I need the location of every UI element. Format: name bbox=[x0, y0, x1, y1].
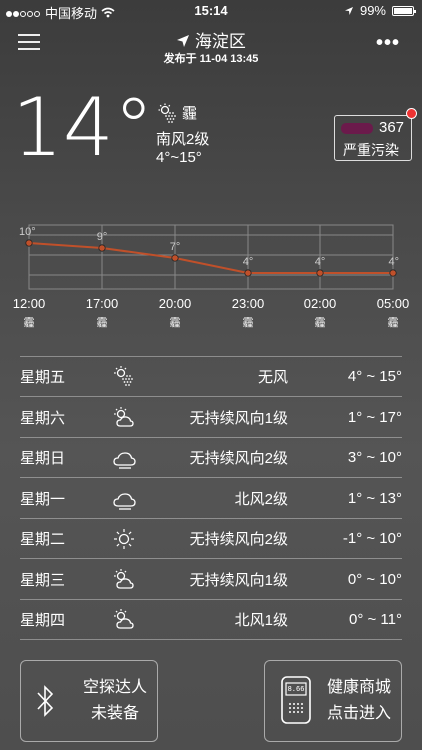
aqi-value: 367 bbox=[379, 119, 405, 136]
day-temp-range: 0° ~ 11° bbox=[348, 611, 402, 628]
card-title: 空探达人 bbox=[82, 679, 147, 696]
day-name: 星期五 bbox=[20, 369, 66, 386]
hour-time: 23:00 bbox=[231, 296, 265, 311]
day-wind: 无持续风向2级 bbox=[189, 450, 288, 467]
hour-condition: 霾 bbox=[242, 317, 254, 329]
air-monitor-icon bbox=[281, 676, 311, 724]
temp-line bbox=[28, 242, 393, 274]
health-mall-card[interactable]: 8.66 健康商城 点击进入 bbox=[264, 660, 402, 742]
partly-cloudy-icon bbox=[112, 608, 142, 636]
location-title[interactable]: 海淀区 bbox=[0, 27, 422, 52]
temp-point bbox=[244, 269, 252, 277]
card-subtitle: 点击进入 bbox=[326, 705, 391, 722]
device-reading: 8.66 bbox=[287, 685, 305, 693]
temp-point bbox=[171, 254, 179, 262]
status-right: 99% bbox=[344, 3, 416, 18]
aqi-level: 严重污染 bbox=[343, 142, 399, 158]
temp-label: 4° bbox=[315, 256, 326, 268]
more-icon[interactable]: ••• bbox=[376, 32, 400, 55]
day-temp-range: 1° ~ 17° bbox=[347, 408, 402, 426]
temp-label: 7° bbox=[170, 241, 181, 253]
day-temp-range: -1° ~ 10° bbox=[342, 530, 402, 547]
daily-row[interactable]: 星期日 无持续风向2级 3° ~ 10° bbox=[20, 438, 402, 478]
temp-point bbox=[25, 239, 33, 247]
current-range: 4°~15° bbox=[156, 149, 202, 166]
temp-point bbox=[389, 269, 397, 277]
partly-cloudy-icon bbox=[112, 406, 142, 434]
day-wind: 无风 bbox=[257, 369, 288, 386]
day-wind: 无持续风向1级 bbox=[189, 571, 288, 589]
hourly-temp-chart: 10° 9° 7° 4° 4° 4° bbox=[19, 224, 399, 290]
daily-row[interactable]: 星期三 无持续风向1级 0° ~ 10° bbox=[20, 560, 402, 600]
battery-percent: 99% bbox=[359, 3, 386, 18]
current-condition: 霾 bbox=[156, 102, 197, 123]
temp-label: 4° bbox=[388, 256, 399, 268]
air-detector-card[interactable]: 空探达人 未装备 bbox=[20, 660, 158, 742]
cloudy-icon bbox=[112, 446, 142, 474]
current-wind: 南风2级 bbox=[156, 131, 210, 148]
temp-label: 4° bbox=[243, 256, 254, 268]
day-wind: 北风1级 bbox=[234, 612, 288, 629]
day-temp-range: 0° ~ 10° bbox=[347, 570, 402, 588]
day-wind: 北风2级 bbox=[234, 490, 288, 508]
chart-grid bbox=[28, 224, 394, 290]
daily-row[interactable]: 星期四 北风1级 0° ~ 11° bbox=[20, 600, 402, 640]
hour-condition: 霾 bbox=[314, 317, 326, 329]
day-name: 星期二 bbox=[20, 531, 66, 548]
hour-condition: 霾 bbox=[169, 317, 181, 329]
publish-time: 发布于 11-04 13:45 bbox=[163, 53, 259, 65]
card-title: 健康商城 bbox=[326, 679, 391, 696]
daily-row[interactable]: 星期五 无风 4° ~ 15° bbox=[20, 357, 402, 397]
day-wind: 无持续风向2级 bbox=[189, 531, 288, 548]
location-arrow-icon bbox=[177, 35, 190, 47]
sunny-icon bbox=[112, 527, 142, 555]
hour-time: 02:00 bbox=[303, 296, 337, 311]
aqi-badge[interactable]: 367 严重污染 bbox=[334, 115, 412, 161]
location-name: 海淀区 bbox=[194, 32, 246, 51]
haze-icon bbox=[158, 103, 176, 123]
current-temperature: 14° bbox=[12, 81, 154, 174]
location-arrow-icon bbox=[344, 6, 353, 15]
notification-dot bbox=[406, 108, 417, 119]
day-name: 星期六 bbox=[20, 409, 66, 427]
hour-time: 17:00 bbox=[85, 296, 119, 311]
condition-text: 霾 bbox=[182, 105, 198, 122]
daily-row[interactable]: 星期二 无持续风向2级 -1° ~ 10° bbox=[20, 519, 402, 559]
day-wind: 无持续风向1级 bbox=[189, 409, 288, 427]
bluetooth-icon bbox=[37, 685, 54, 717]
haze-icon bbox=[112, 365, 142, 393]
hour-condition: 霾 bbox=[96, 317, 108, 329]
temp-label: 9° bbox=[97, 231, 108, 243]
hour-time: 12:00 bbox=[12, 296, 46, 311]
daily-row[interactable]: 星期六 无持续风向1级 1° ~ 17° bbox=[20, 398, 402, 438]
day-name: 星期三 bbox=[20, 571, 66, 589]
day-name: 星期日 bbox=[20, 450, 66, 467]
hour-time: 05:00 bbox=[376, 296, 410, 311]
hour-condition: 霾 bbox=[23, 317, 35, 329]
day-name: 星期一 bbox=[20, 490, 66, 508]
temp-label: 10° bbox=[19, 226, 36, 238]
day-name: 星期四 bbox=[20, 612, 66, 629]
aqi-color-bar bbox=[341, 123, 373, 134]
status-bar: 中国移动 15:14 99% bbox=[0, 0, 422, 22]
hour-condition: 霾 bbox=[387, 317, 399, 329]
battery-icon bbox=[392, 5, 416, 16]
temp-point bbox=[98, 244, 106, 252]
hour-time: 20:00 bbox=[158, 296, 192, 311]
cloudy-icon bbox=[112, 487, 142, 515]
temp-point bbox=[316, 269, 324, 277]
day-temp-range: 1° ~ 13° bbox=[347, 489, 402, 507]
day-temp-range: 3° ~ 10° bbox=[347, 449, 402, 466]
day-temp-range: 4° ~ 15° bbox=[347, 368, 402, 385]
partly-cloudy-icon bbox=[112, 568, 142, 596]
card-subtitle: 未装备 bbox=[90, 705, 139, 722]
daily-row[interactable]: 星期一 北风2级 1° ~ 13° bbox=[20, 479, 402, 519]
